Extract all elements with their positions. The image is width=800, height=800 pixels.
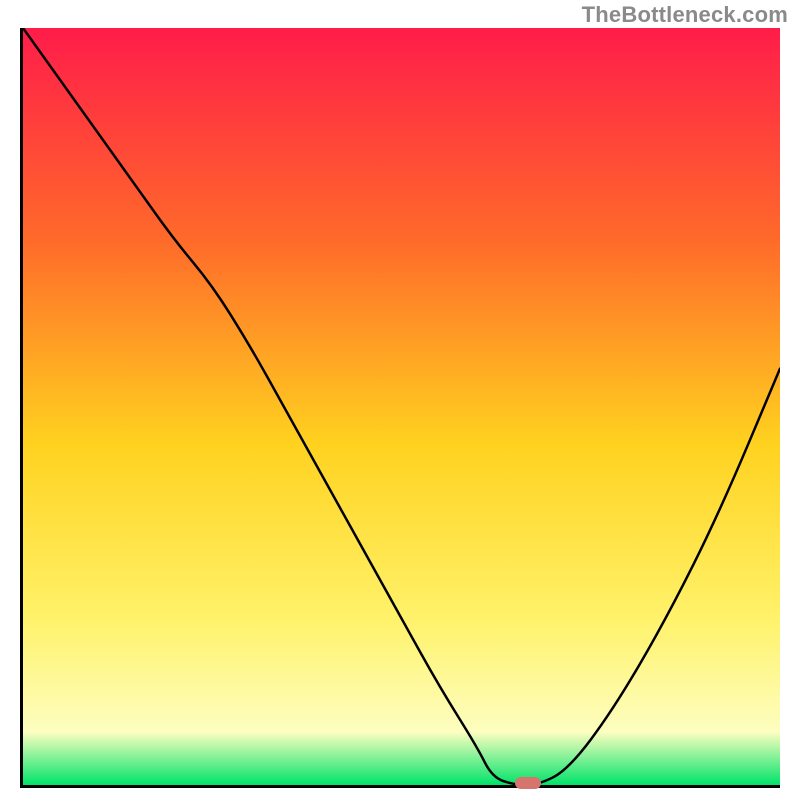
watermark-text: TheBottleneck.com xyxy=(582,2,788,28)
chart-container: TheBottleneck.com xyxy=(0,0,800,800)
plot-area xyxy=(20,28,780,788)
optimal-marker xyxy=(515,777,541,789)
bottleneck-curve xyxy=(23,28,780,785)
